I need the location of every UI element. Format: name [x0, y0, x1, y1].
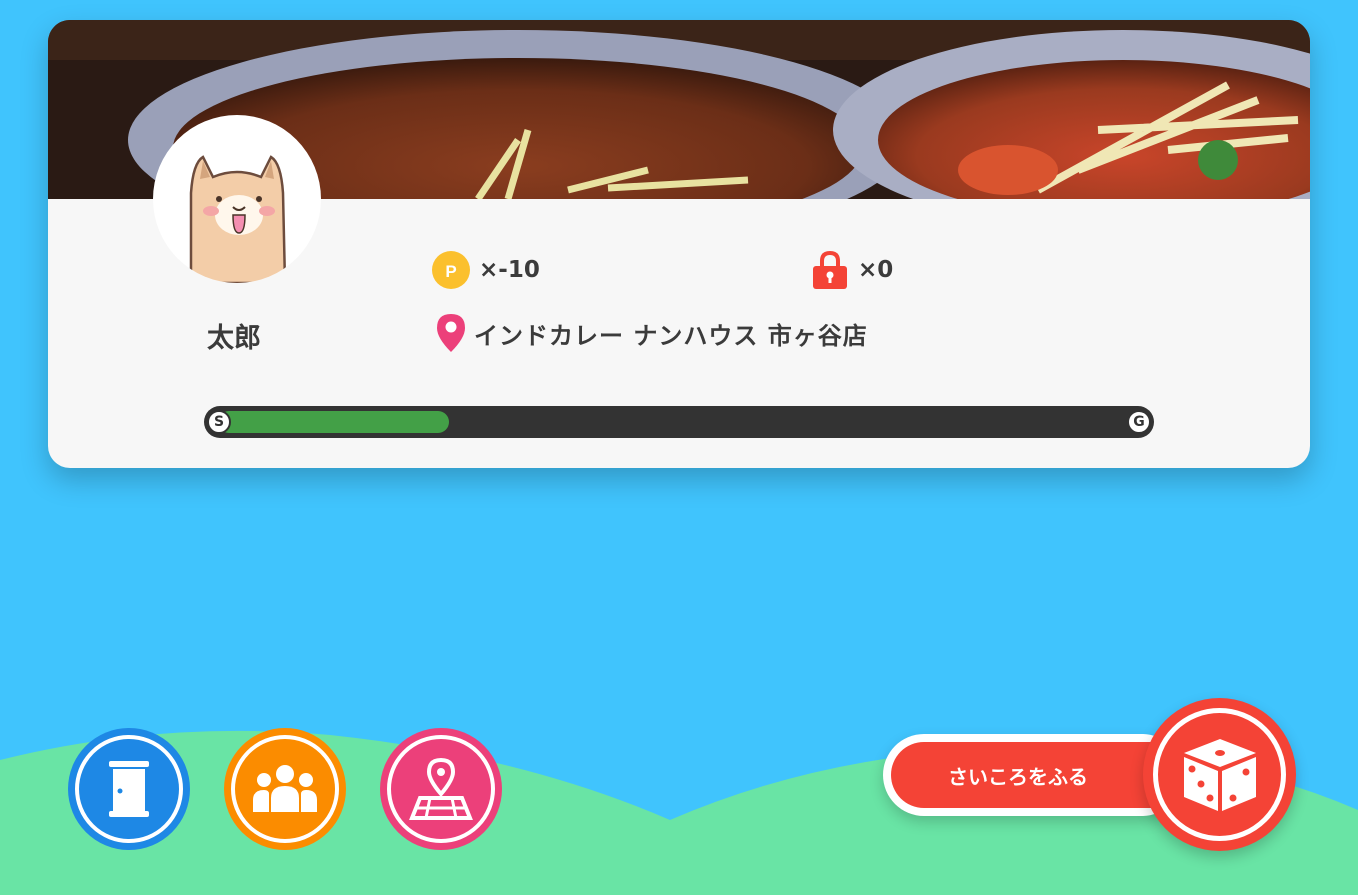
items-stat: ×0	[810, 250, 893, 290]
dice-icon	[1183, 738, 1256, 811]
map-pin-icon	[409, 758, 473, 820]
door-icon	[109, 761, 149, 817]
player-name: 太郎	[207, 323, 261, 354]
group-people-icon	[253, 765, 317, 812]
progress-fill	[218, 411, 449, 433]
board-progress-bar: S G	[204, 406, 1154, 438]
player-avatar	[153, 115, 321, 283]
location-pin-icon	[437, 314, 465, 352]
map-button-ring	[387, 735, 495, 843]
door-button-ring	[75, 735, 183, 843]
player-status-card: 太郎 P ×-10 ×0 インドカレー ナンハウス 市ヶ谷店 S G	[48, 20, 1310, 468]
coin-icon: P	[432, 251, 470, 289]
location-name: インドカレー ナンハウス 市ヶ谷店	[474, 321, 868, 350]
group-button[interactable]	[224, 728, 346, 850]
points-stat: P ×-10	[431, 250, 540, 290]
location-stat: インドカレー ナンハウス 市ヶ谷店	[436, 313, 868, 353]
items-value: ×0	[858, 257, 894, 283]
map-button[interactable]	[380, 728, 502, 850]
roll-dice-button[interactable]	[1143, 698, 1296, 851]
dog-avatar-icon	[189, 155, 287, 283]
roll-dice-button-ring	[1153, 708, 1286, 841]
start-marker: S	[207, 410, 231, 434]
door-button[interactable]	[68, 728, 190, 850]
roll-dice-pill[interactable]: さいころをふる	[883, 734, 1191, 816]
goal-marker: G	[1127, 410, 1151, 434]
group-button-ring	[231, 735, 339, 843]
roll-dice-label: さいころをふる	[948, 764, 1088, 789]
lock-bag-icon	[813, 250, 847, 289]
points-value: ×-10	[479, 257, 540, 283]
svg-text:P: P	[445, 262, 456, 281]
